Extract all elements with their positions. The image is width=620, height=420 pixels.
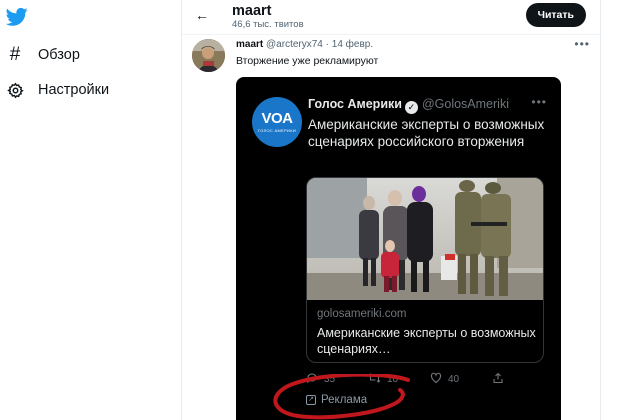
embedded-tweet-image[interactable]: VOA ГОЛОС АМЕРИКИ Голос Америки ✓ @GolosAm… (236, 77, 561, 420)
voa-logo-subtext: ГОЛОС АМЕРИКИ (257, 128, 297, 133)
share-action (492, 372, 510, 387)
tweet-header: maart @arcteryx74 · 14 февр. (236, 39, 373, 50)
gear-icon (6, 81, 24, 99)
card-domain: golosameriki.com (317, 308, 407, 320)
verified-badge-icon: ✓ (404, 101, 418, 114)
sidebar-item-label: Обзор (38, 47, 80, 63)
voa-logo-text: VOA (261, 110, 293, 127)
embedded-author-handle: @GolosAmeriki (421, 97, 509, 111)
like-count: 40 (448, 374, 460, 385)
voa-avatar: VOA ГОЛОС АМЕРИКИ (252, 97, 302, 147)
embedded-tweet-text: Американские эксперты о возможных сценар… (308, 117, 545, 149)
tweet-date[interactable]: 14 февр. (332, 39, 373, 50)
like-action: 40 (430, 372, 459, 387)
sidebar-item-label: Настройки (38, 82, 110, 98)
follow-button[interactable]: Читать (525, 3, 586, 27)
tweet-count: 46,6 тыс. твитов (232, 19, 304, 30)
embedded-tweet-header: Голос Америки ✓ @GolosAmeriki (308, 97, 509, 114)
news-photo (307, 178, 543, 300)
main-column: ← maart 46,6 тыс. твитов Читать maart @a… (181, 0, 601, 420)
card-title: Американские эксперты о возможных сценар… (317, 326, 536, 356)
heart-icon (430, 372, 442, 387)
twitter-bird-icon[interactable] (5, 7, 28, 27)
tweet-separator: · (325, 39, 329, 50)
profile-header: ← maart 46,6 тыс. твитов Читать (182, 0, 600, 34)
link-card: golosameriki.com Американские эксперты о… (306, 177, 544, 363)
tweet-text: Вторжение уже рекламируют (236, 55, 379, 67)
more-horizontal-icon[interactable]: ••• (574, 37, 590, 51)
page-title: maart (232, 3, 272, 19)
tweet-handle[interactable]: @arcteryx74 (266, 39, 323, 50)
hashtag-icon: # (9, 44, 21, 65)
sidebar: # Обзор Настройки (0, 0, 180, 420)
share-icon (492, 372, 504, 387)
arrow-left-icon[interactable]: ← (192, 6, 212, 24)
more-horizontal-icon: ••• (531, 95, 547, 109)
sidebar-item-explore[interactable]: # Обзор (6, 43, 80, 67)
red-circle-annotation (273, 374, 410, 420)
tweet-author-name[interactable]: maart (236, 39, 263, 50)
embedded-author-name: Голос Америки (308, 97, 402, 111)
tweet[interactable]: maart @arcteryx74 · 14 февр. ••• Вторжен… (182, 34, 600, 420)
sidebar-item-settings[interactable]: Настройки (6, 78, 109, 102)
avatar[interactable] (192, 39, 225, 72)
